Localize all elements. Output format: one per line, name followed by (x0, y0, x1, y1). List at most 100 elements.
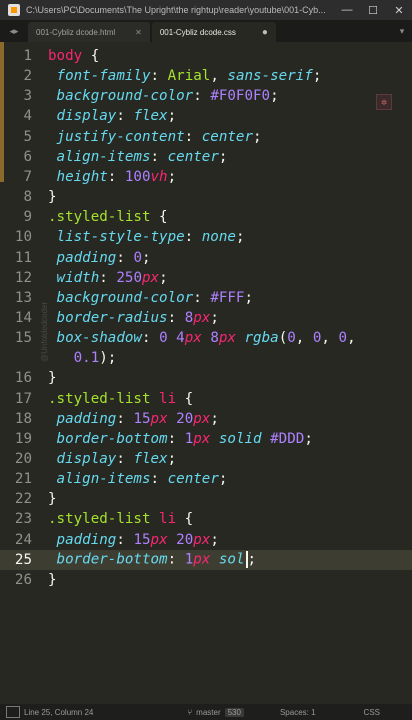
code-text[interactable]: .styled-list li { (32, 391, 193, 407)
minimize-button[interactable]: — (334, 4, 360, 16)
code-text[interactable]: padding: 0; (32, 250, 151, 266)
code-text[interactable]: } (32, 370, 57, 386)
close-tab-icon[interactable]: ✕ (135, 28, 142, 37)
code-token: background-color (56, 88, 194, 105)
code-text[interactable]: 0.1); (32, 350, 117, 366)
tab-next-icon[interactable]: ▸ (14, 26, 19, 37)
line-number: 8 (23, 189, 32, 206)
code-line[interactable]: 19 border-bottom: 1px solid #DDD; (0, 429, 412, 449)
code-line[interactable]: 5 justify-content: center; (0, 127, 412, 147)
code-text[interactable]: background-color: #FFF; (32, 290, 253, 306)
syntax-selector[interactable]: CSS (364, 708, 380, 717)
tab-css-file[interactable]: 001-Cybliz dcode.css ● (151, 22, 276, 42)
code-token: padding (56, 531, 117, 548)
close-button[interactable]: ✕ (386, 4, 412, 17)
code-text[interactable]: width: 250px; (32, 270, 168, 286)
cursor-position[interactable]: Line 25, Column 24 (24, 708, 187, 717)
code-line[interactable]: 1 body { (0, 46, 412, 66)
tab-nav-arrows[interactable]: ◂ ▸ (0, 20, 28, 42)
code-text[interactable]: align-items: center; (32, 471, 228, 487)
code-line[interactable]: 0.1); (0, 348, 412, 368)
code-token: : (193, 88, 211, 105)
code-text[interactable]: background-color: #F0F0F0; (32, 88, 279, 104)
code-line[interactable]: 22} (0, 489, 412, 509)
code-line[interactable]: 8} (0, 187, 412, 207)
code-token: display (56, 108, 117, 125)
tab-overflow-icon[interactable]: ▾ (392, 26, 412, 37)
indentation-setting[interactable]: Spaces: 1 (280, 708, 316, 717)
code-text[interactable]: } (32, 491, 57, 507)
line-number: 14 (14, 309, 32, 326)
code-line[interactable]: 25 border-bottom: 1px sol; (0, 549, 412, 570)
code-line[interactable]: 12 width: 250px; (0, 268, 412, 288)
code-token: 15 (133, 531, 151, 548)
code-line[interactable]: 21 align-items: center; (0, 469, 412, 489)
code-line[interactable]: 16} (0, 368, 412, 388)
code-text[interactable]: font-family: Arial, sans-serif; (32, 68, 322, 84)
line-number: 6 (23, 148, 32, 165)
code-text[interactable]: justify-content: center; (32, 129, 262, 145)
code-line[interactable]: 23 .styled-list li { (0, 509, 412, 529)
code-token: box-shadow (56, 330, 142, 347)
code-text[interactable]: border-radius: 8px; (32, 310, 219, 326)
code-text[interactable]: border-bottom: 1px solid #DDD; (32, 431, 313, 447)
tab-label: 001-Cybliz dcode.html (36, 27, 116, 37)
code-text[interactable]: padding: 15px 20px; (32, 532, 219, 548)
code-line[interactable]: 7 height: 100vh; (0, 167, 412, 187)
code-token: sol (218, 551, 245, 568)
code-text[interactable]: display: flex; (32, 108, 177, 125)
code-text[interactable]: display: flex; (32, 451, 177, 467)
code-line[interactable]: 4 display: flex; (0, 106, 412, 126)
code-token: #F0F0F0 (210, 88, 271, 105)
code-line[interactable]: 20 display: flex; (0, 449, 412, 469)
code-line[interactable]: 6 align-items: center; (0, 147, 412, 167)
code-line[interactable]: 3 background-color: #F0F0F0; (0, 86, 412, 106)
code-line[interactable]: 9 .styled-list { (0, 207, 412, 227)
unsaved-dot-icon[interactable]: ● (262, 27, 268, 38)
git-branch[interactable]: ⑂ master 530 (187, 707, 244, 717)
code-token: : (116, 410, 134, 427)
code-token: justify-content (56, 128, 185, 145)
code-text[interactable]: .styled-list li { (32, 511, 193, 527)
code-token: px (150, 410, 168, 427)
code-token: li (159, 390, 177, 407)
code-text[interactable]: height: 100vh; (32, 169, 177, 185)
code-text[interactable]: border-bottom: 1px sol; (32, 551, 256, 569)
code-token: ; (270, 88, 279, 105)
code-text[interactable]: list-style-type: none; (32, 229, 245, 245)
code-line[interactable]: 10 list-style-type: none; (0, 227, 412, 247)
code-token: 8 (210, 330, 219, 347)
code-token: } (48, 491, 57, 508)
line-number: 2 (23, 68, 32, 85)
code-line[interactable]: 15 box-shadow: 0 4px 8px rgba(0, 0, 0, (0, 328, 412, 348)
panel-toggle-icon[interactable] (6, 706, 20, 718)
code-text[interactable]: } (32, 572, 57, 588)
code-line[interactable]: 13 background-color: #FFF; (0, 288, 412, 308)
code-line[interactable]: 26} (0, 570, 412, 590)
code-token: ; (159, 269, 168, 286)
code-text[interactable]: .styled-list { (32, 209, 168, 225)
code-line[interactable]: 11 padding: 0; (0, 248, 412, 268)
code-line[interactable]: 24 padding: 15px 20px; (0, 530, 412, 550)
code-text[interactable]: } (32, 189, 57, 205)
code-text[interactable]: body { (32, 48, 99, 64)
code-text[interactable]: box-shadow: 0 4px 8px rgba(0, 0, 0, (32, 330, 356, 346)
code-token: : (193, 289, 211, 306)
code-line[interactable]: 2 font-family: Arial, sans-serif; (0, 66, 412, 86)
code-line[interactable]: 17 .styled-list li { (0, 389, 412, 409)
code-text[interactable]: align-items: center; (32, 149, 228, 165)
code-text[interactable]: padding: 15px 20px; (32, 411, 219, 427)
maximize-button[interactable]: ☐ (360, 4, 386, 17)
code-line[interactable]: 18 padding: 15px 20px; (0, 409, 412, 429)
code-token: ; (210, 410, 219, 427)
tab-html-file[interactable]: 001-Cybliz dcode.html ✕ (28, 22, 150, 42)
code-line[interactable]: 14 border-radius: 8px; (0, 308, 412, 328)
line-number: 7 (23, 168, 32, 185)
line-number: 4 (23, 108, 32, 125)
code-editor[interactable]: ✲ @Unfoldedcoder 1 body {2 font-family: A… (0, 42, 412, 704)
code-token: : (141, 330, 160, 347)
